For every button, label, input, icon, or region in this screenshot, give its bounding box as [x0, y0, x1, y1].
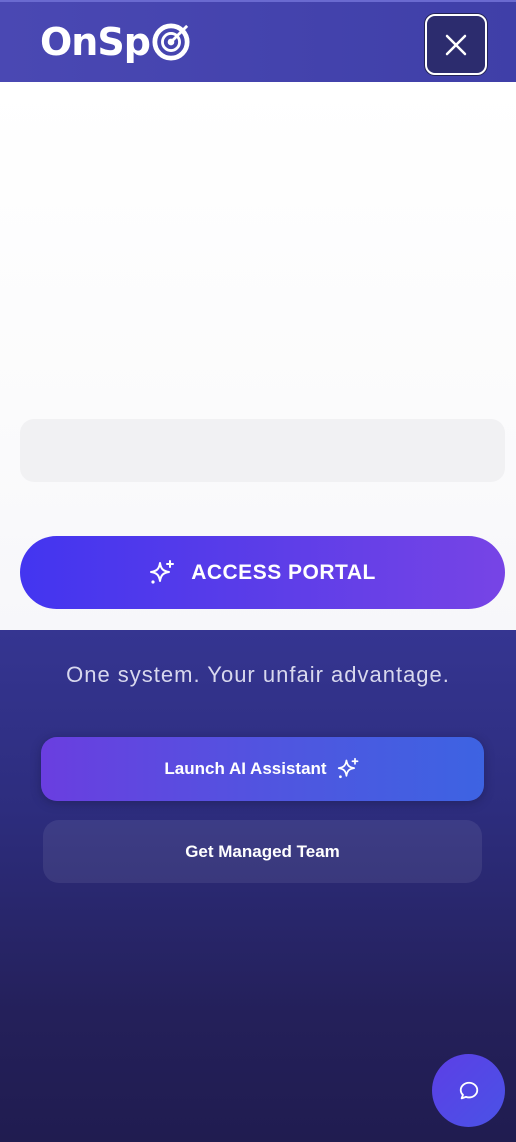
tagline: One system. Your unfair advantage.: [66, 662, 450, 687]
chat-button[interactable]: [432, 1054, 505, 1127]
get-managed-team-label: Get Managed Team: [185, 841, 340, 861]
target-icon: [152, 23, 190, 61]
access-portal-button[interactable]: ACCESS PORTAL: [20, 536, 505, 609]
access-portal-label: ACCESS PORTAL: [191, 560, 376, 584]
header: OnSp: [0, 0, 516, 82]
onspot-logo[interactable]: OnSp: [40, 16, 190, 68]
launch-ai-assistant-label: Launch AI Assistant: [164, 759, 327, 778]
menu-panel: [0, 630, 516, 1142]
close-menu-button[interactable]: [425, 14, 487, 75]
close-icon: [445, 34, 467, 55]
logo-text: OnSp: [40, 20, 151, 64]
sparkle-icon: [337, 757, 359, 779]
empty-field: [20, 419, 505, 482]
sparkle-icon: [150, 559, 175, 584]
get-managed-team-button[interactable]: Get Managed Team: [43, 820, 482, 883]
chat-bubble-icon: [459, 1081, 478, 1099]
launch-ai-assistant-button[interactable]: Launch AI Assistant: [41, 737, 484, 801]
